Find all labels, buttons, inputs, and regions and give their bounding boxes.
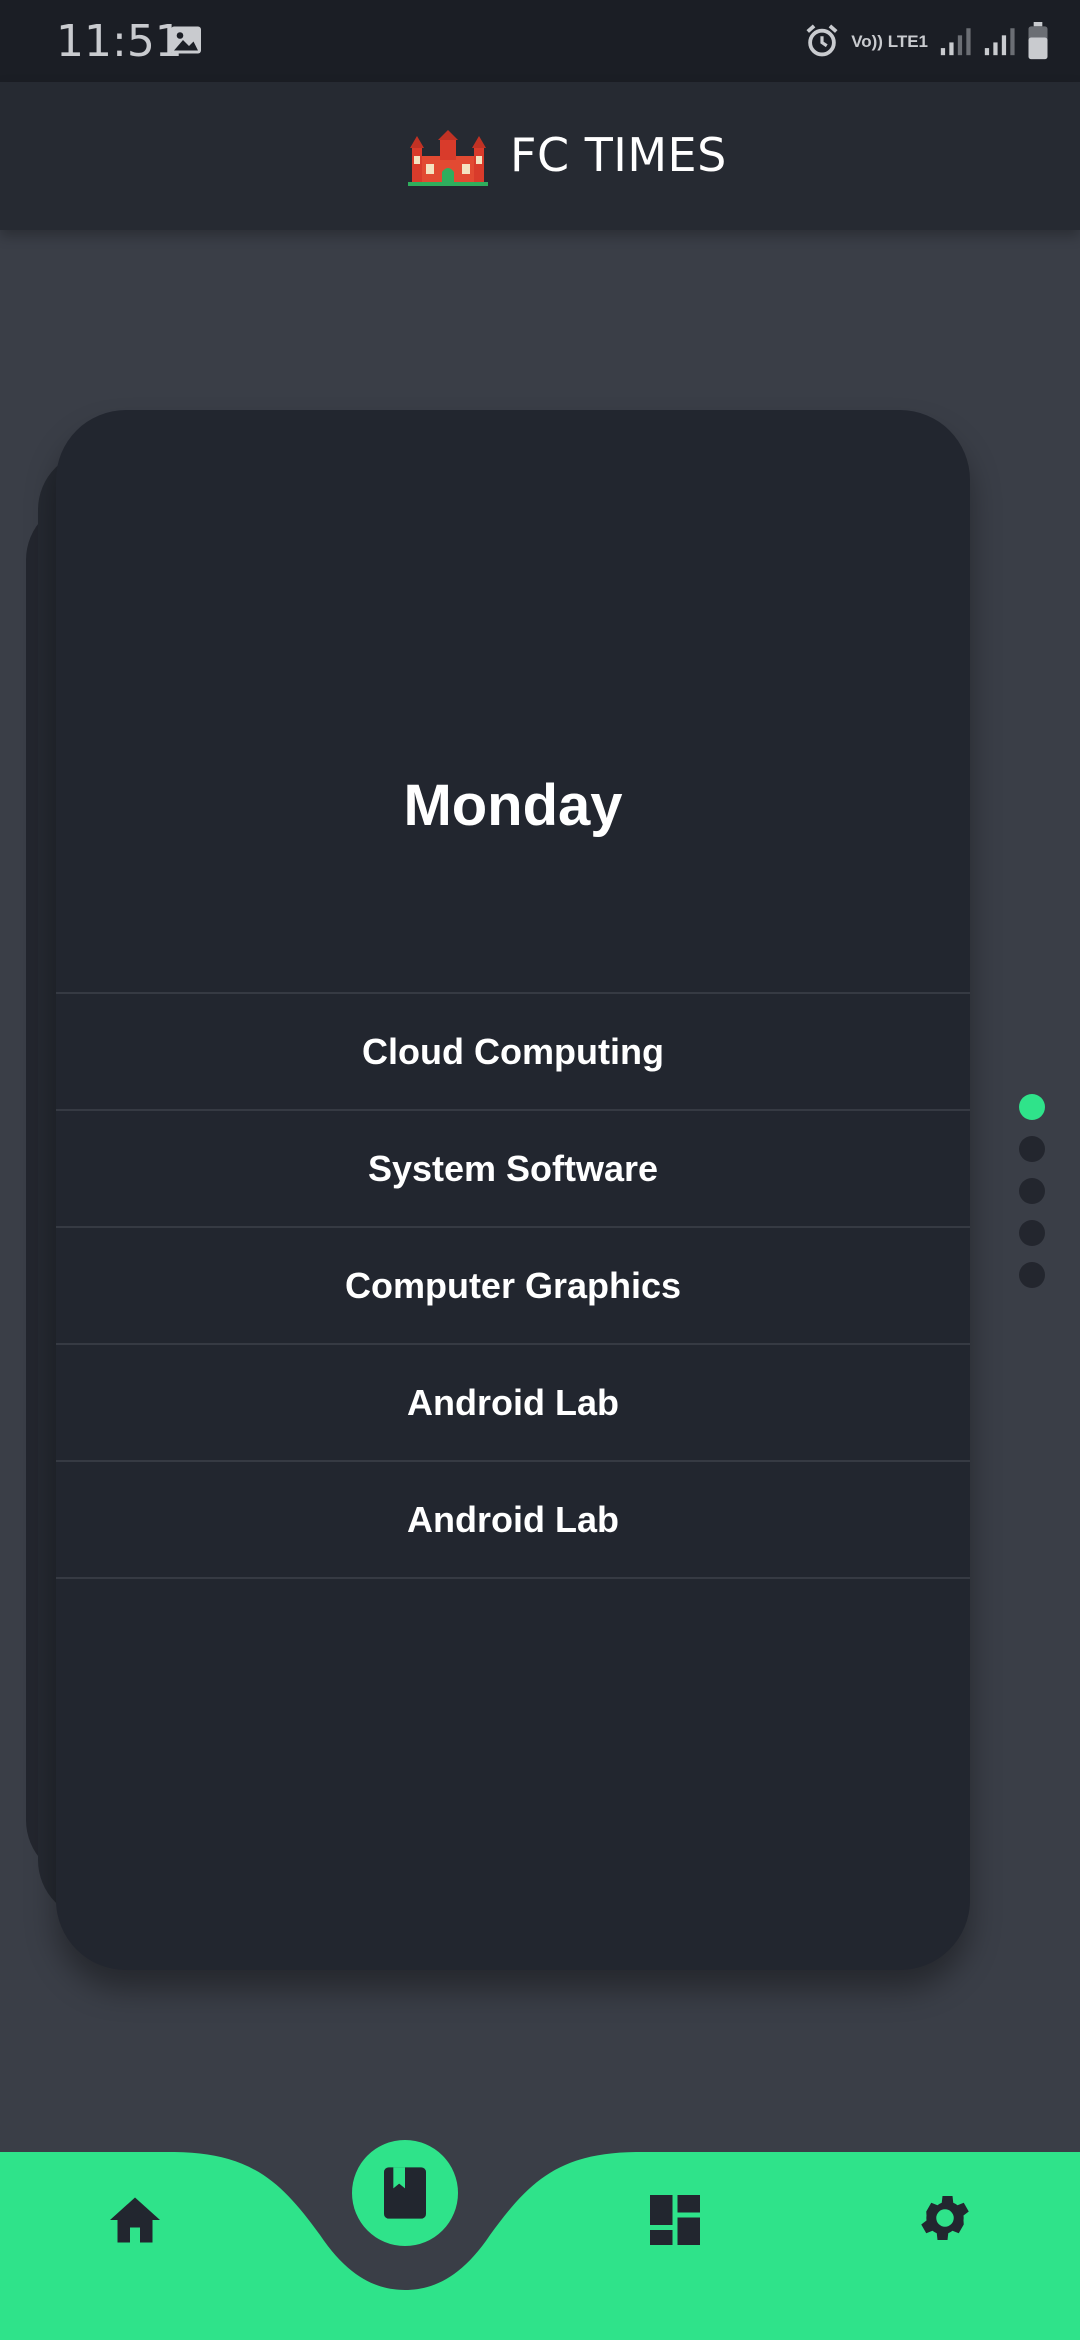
network-type-label: Vo)) LTE1 [851, 31, 928, 51]
dashboard-icon[interactable] [645, 2190, 705, 2250]
status-icons: Vo)) LTE1 [803, 18, 1050, 64]
signal-icon [940, 28, 971, 56]
app-title: FC TIMES [510, 128, 727, 182]
page-dot[interactable] [1019, 1220, 1045, 1246]
settings-icon[interactable] [915, 2188, 975, 2248]
status-bar: 11:51 Vo)) LTE1 [0, 0, 1080, 82]
gallery-notification-icon [171, 26, 201, 54]
battery-icon [1028, 22, 1048, 60]
timetable-card[interactable]: Monday Cloud Computing System Software C… [56, 410, 970, 1970]
page-dot[interactable] [1019, 1262, 1045, 1288]
subject-row: Cloud Computing [56, 992, 970, 1109]
home-icon[interactable] [105, 2190, 165, 2250]
alarm-icon [806, 24, 838, 57]
subject-row: System Software [56, 1109, 970, 1226]
status-time: 11:51 [56, 16, 183, 67]
page-dot[interactable] [1019, 1178, 1045, 1204]
timetable-nav-button[interactable] [352, 2140, 458, 2246]
subject-row: Computer Graphics [56, 1226, 970, 1343]
page-dot-active[interactable] [1019, 1094, 1045, 1120]
subject-row: Android Lab [56, 1343, 970, 1460]
page-indicator [1019, 1094, 1047, 1304]
day-title: Monday [403, 773, 623, 838]
college-building-logo-icon [408, 130, 488, 186]
book-icon [384, 2167, 426, 2219]
page-dot[interactable] [1019, 1136, 1045, 1162]
signal-icon-2 [984, 28, 1015, 56]
subject-row: Android Lab [56, 1460, 970, 1579]
app-bar: FC TIMES [0, 82, 1080, 230]
subject-list: Cloud Computing System Software Computer… [56, 992, 970, 1579]
